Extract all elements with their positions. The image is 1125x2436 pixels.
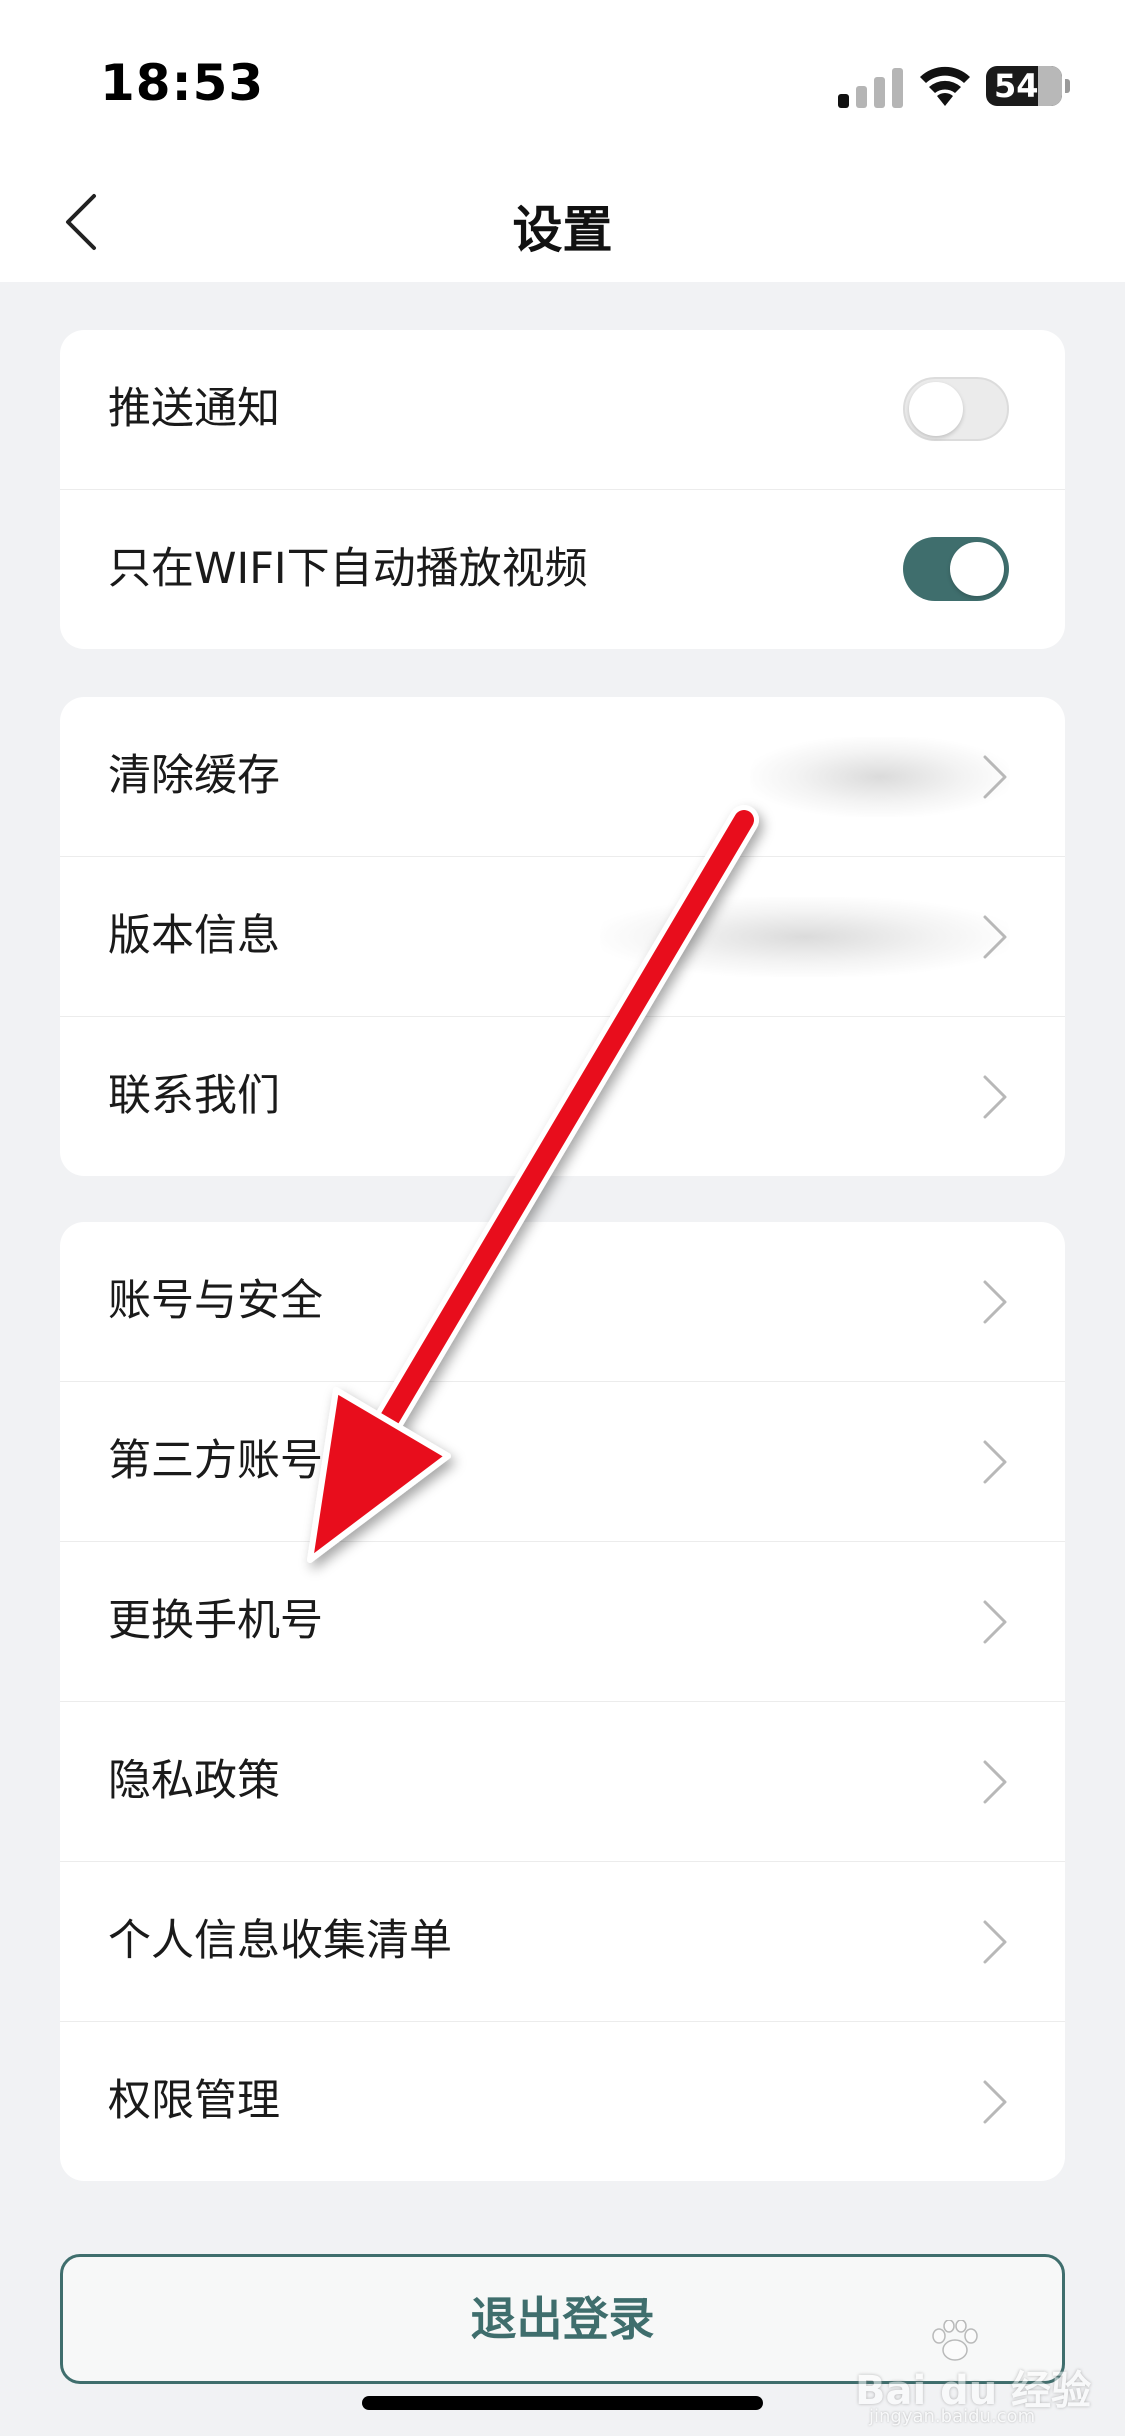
setting-row-privacy-policy[interactable]: 隐私政策: [60, 1702, 1065, 1862]
settings-group-notifications: 推送通知 只在WIFI下自动播放视频: [60, 330, 1065, 649]
setting-row-contact-us[interactable]: 联系我们: [60, 1017, 1065, 1176]
setting-row-clear-cache[interactable]: 清除缓存: [60, 697, 1065, 857]
setting-row-version-info[interactable]: 版本信息: [60, 857, 1065, 1017]
chevron-right-icon: [983, 1075, 1007, 1119]
battery-level: 54: [994, 67, 1039, 105]
chevron-right-icon: [983, 1600, 1007, 1644]
chevron-right-icon: [983, 2080, 1007, 2124]
chevron-right-icon: [983, 1760, 1007, 1804]
setting-label: 只在WIFI下自动播放视频: [108, 544, 588, 594]
setting-row-push-notification: 推送通知: [60, 330, 1065, 490]
battery-empty-part: [1038, 66, 1062, 106]
setting-label: 联系我们: [108, 1071, 280, 1121]
chevron-right-icon: [983, 755, 1007, 799]
setting-row-personal-info-list[interactable]: 个人信息收集清单: [60, 1862, 1065, 2022]
toggle-knob: [950, 542, 1004, 596]
status-time: 18:53: [100, 54, 265, 112]
setting-label: 第三方账号: [108, 1436, 323, 1486]
battery-icon: 54: [986, 66, 1070, 106]
home-indicator: [362, 2396, 763, 2410]
baidu-watermark-logo: Bai du 经验 jingyan.baidu.com: [855, 2320, 1115, 2430]
chevron-right-icon: [983, 1920, 1007, 1964]
setting-label: 清除缓存: [108, 751, 280, 801]
chevron-right-icon: [983, 1280, 1007, 1324]
status-bar: 18:53 54: [0, 0, 1125, 170]
wifi-autoplay-toggle[interactable]: [903, 537, 1009, 601]
toggle-knob: [909, 382, 963, 436]
push-notification-toggle[interactable]: [903, 377, 1009, 441]
setting-row-account-security[interactable]: 账号与安全: [60, 1222, 1065, 1382]
setting-label: 权限管理: [108, 2076, 280, 2126]
page-title: 设置: [512, 201, 613, 259]
setting-row-change-phone[interactable]: 更换手机号: [60, 1542, 1065, 1702]
signal-icon: [838, 68, 903, 108]
setting-label: 版本信息: [108, 911, 280, 961]
setting-row-wifi-autoplay: 只在WIFI下自动播放视频: [60, 490, 1065, 649]
chevron-right-icon: [983, 915, 1007, 959]
watermark-subtext: jingyan.baidu.com: [869, 2406, 1036, 2427]
setting-label: 账号与安全: [108, 1276, 323, 1326]
blurred-value: [750, 737, 1010, 817]
setting-label: 隐私政策: [108, 1756, 280, 1806]
setting-label: 推送通知: [108, 384, 280, 434]
settings-group-app: 清除缓存 版本信息 联系我们: [60, 697, 1065, 1176]
settings-group-account: 账号与安全 第三方账号 更换手机号 隐私政策 个人信息收集清单 权限管理: [60, 1222, 1065, 2181]
nav-bar: 设置: [0, 170, 1125, 282]
blurred-value: [600, 897, 1010, 977]
setting-label: 个人信息收集清单: [108, 1916, 452, 1966]
setting-row-permissions[interactable]: 权限管理: [60, 2022, 1065, 2181]
setting-label: 更换手机号: [108, 1596, 323, 1646]
setting-row-third-party-accounts[interactable]: 第三方账号: [60, 1382, 1065, 1542]
chevron-right-icon: [983, 1440, 1007, 1484]
wifi-icon: [920, 66, 970, 106]
